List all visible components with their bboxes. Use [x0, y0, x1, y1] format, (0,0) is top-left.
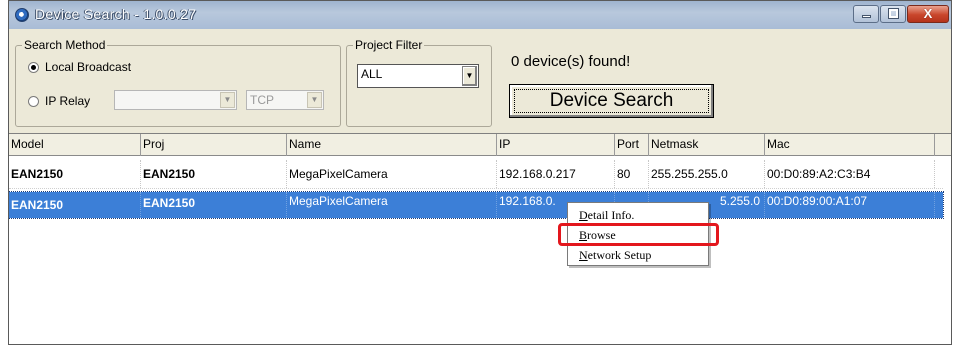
local-broadcast-label: Local Broadcast [45, 60, 132, 74]
close-icon: X [923, 6, 933, 21]
menu-item-mnemonic: D [579, 208, 588, 222]
cell-netmask: 255.255.255.0 [649, 160, 765, 188]
title-bar[interactable]: Device Search - 1.0.0.27 X [9, 1, 951, 29]
window-title: Device Search - 1.0.0.27 [35, 6, 197, 22]
maximize-button[interactable] [880, 5, 906, 23]
ip-relay-address-combo[interactable]: ▼ [114, 90, 237, 110]
cell-model: EAN2150 [9, 160, 141, 188]
cell-mac: 00:D0:89:00:A1:07 [765, 192, 935, 218]
menu-item-label: etail Info. [587, 208, 635, 222]
project-filter-combo[interactable]: ALL ▼ [357, 64, 479, 88]
cell-name: MegaPixelCamera [287, 192, 497, 218]
cell-mac: 00:D0:89:A2:C3:B4 [765, 160, 935, 188]
focus-rect [514, 89, 709, 113]
chevron-down-icon[interactable]: ▼ [220, 92, 235, 108]
menu-item-network-setup[interactable]: Network Setup [568, 245, 708, 265]
protocol-value: TCP [250, 93, 274, 107]
column-header-mac[interactable]: Mac [765, 134, 935, 156]
chevron-down-icon[interactable]: ▼ [307, 92, 322, 108]
search-method-legend: Search Method [22, 38, 108, 52]
cell-name: MegaPixelCamera [287, 160, 497, 188]
project-filter-value: ALL [361, 67, 383, 81]
table-row-selected[interactable]: EAN2150 EAN2150 MegaPixelCamera 192.168.… [9, 191, 944, 219]
menu-item-label: etwork Setup [587, 248, 652, 262]
window-controls: X [853, 5, 949, 23]
column-header-model[interactable]: Model [9, 134, 141, 156]
cell-ip: 192.168.0.217 [497, 160, 615, 188]
local-broadcast-option[interactable]: Local Broadcast [28, 60, 131, 74]
devices-found-label: 0 device(s) found! [511, 53, 631, 70]
cell-model: EAN2150 [9, 192, 141, 218]
ip-relay-option[interactable]: IP Relay [28, 94, 90, 108]
column-header-proj[interactable]: Proj [141, 134, 287, 156]
close-button[interactable]: X [907, 5, 949, 23]
app-icon [15, 8, 29, 22]
minimize-button[interactable] [853, 5, 879, 23]
cell-port: 80 [615, 160, 649, 188]
cell-proj: EAN2150 [141, 192, 287, 218]
ip-relay-radio-icon[interactable] [28, 95, 39, 107]
column-header-ip[interactable]: IP [497, 134, 615, 156]
menu-item-detail-info[interactable]: Detail Info. [568, 205, 708, 225]
column-header-port[interactable]: Port [615, 134, 649, 156]
menu-item-mnemonic: N [579, 248, 588, 262]
chevron-down-icon[interactable]: ▼ [462, 66, 477, 86]
protocol-combo[interactable]: TCP ▼ [246, 90, 324, 110]
column-header-netmask[interactable]: Netmask [649, 134, 765, 156]
device-list[interactable]: Model Proj Name IP Port Netmask Mac EAN2… [9, 133, 951, 344]
browse-highlight-annotation [558, 223, 719, 246]
cell-proj: EAN2150 [141, 160, 287, 188]
project-filter-legend: Project Filter [353, 38, 425, 52]
device-search-window: Device Search - 1.0.0.27 X Search Method… [8, 0, 952, 345]
device-search-button[interactable]: Device Search [509, 84, 714, 118]
device-list-header: Model Proj Name IP Port Netmask Mac [9, 134, 951, 156]
project-filter-group: Project Filter ALL ▼ [346, 38, 492, 127]
table-row[interactable]: EAN2150 EAN2150 MegaPixelCamera 192.168.… [9, 160, 943, 189]
local-broadcast-radio-icon[interactable] [28, 61, 39, 73]
column-header-name[interactable]: Name [287, 134, 497, 156]
maximize-icon [888, 8, 899, 19]
minimize-icon [862, 15, 871, 18]
ip-relay-label: IP Relay [45, 94, 91, 108]
search-method-group: Search Method Local Broadcast IP Relay ▼… [15, 38, 341, 127]
